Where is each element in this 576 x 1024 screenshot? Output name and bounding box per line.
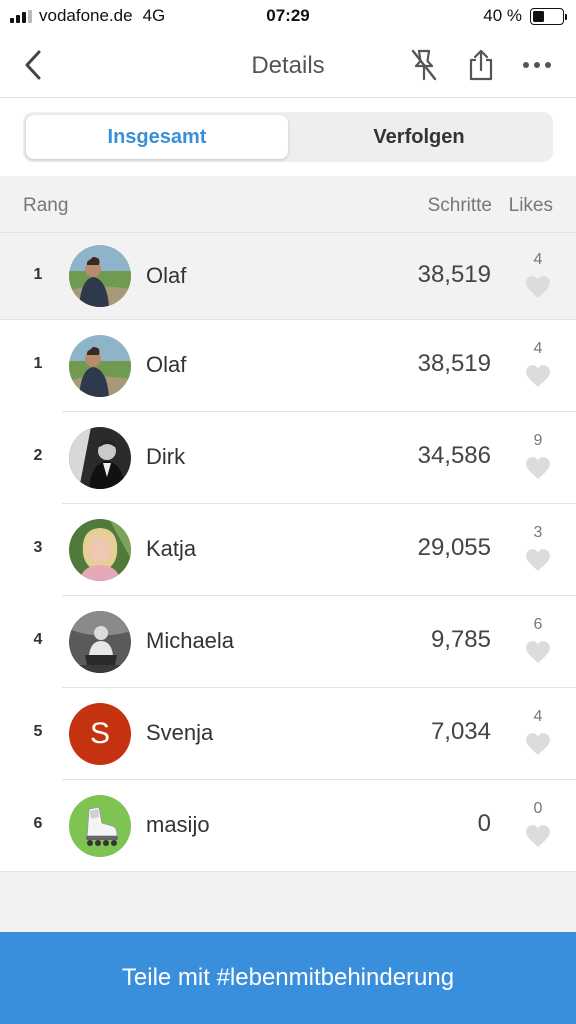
leaderboard-row[interactable]: 1 Olaf 38,519 4 (0, 320, 576, 412)
rank-number: 3 (33, 539, 43, 556)
leaderboard-row[interactable]: 5 S Svenja 7,034 4 (0, 688, 576, 780)
step-count: 38,519 (417, 350, 491, 377)
heart-icon[interactable] (525, 456, 551, 480)
heart-icon[interactable] (525, 548, 551, 572)
leaderboard-row[interactable]: 3 Katja 29,055 3 (0, 504, 576, 596)
rank-number: 6 (33, 815, 43, 832)
user-name: Dirk (146, 444, 186, 469)
heart-icon[interactable] (525, 275, 551, 299)
avatar: S (69, 703, 131, 765)
inline-skate-icon (69, 795, 131, 857)
step-count: 29,055 (417, 534, 491, 561)
heart-icon[interactable] (525, 824, 551, 848)
like-count: 3 (533, 524, 543, 541)
share-icon (469, 49, 493, 81)
step-count: 38,519 (417, 261, 491, 288)
heart-icon[interactable] (525, 364, 551, 388)
rank-number: 1 (33, 266, 43, 283)
avatar (69, 519, 131, 581)
like-count: 4 (533, 340, 543, 357)
segmented-control: Insgesamt Verfolgen (23, 112, 553, 162)
share-hashtag-label: Teile mit #lebenmitbehinderung (121, 964, 455, 991)
share-button[interactable] (464, 48, 498, 82)
rank-number: 5 (33, 723, 43, 740)
step-count: 34,586 (417, 442, 491, 469)
column-rank-label: Rang (23, 195, 69, 216)
like-count: 6 (533, 616, 543, 633)
battery-icon (530, 7, 567, 25)
like-count: 4 (533, 708, 543, 725)
more-icon (523, 62, 551, 68)
leaderboard-row[interactable]: 2 Dirk 34,586 9 (0, 412, 576, 504)
leaderboard-list: 1 Olaf 38,519 4 2 Dirk 34,586 9 3 Katja … (0, 320, 576, 872)
step-count: 0 (477, 810, 491, 837)
avatar (69, 795, 131, 857)
my-rank-row[interactable]: 1 Olaf 38,519 4 (0, 232, 576, 320)
user-name: Olaf (146, 352, 187, 377)
step-count: 7,034 (430, 718, 491, 745)
like-count: 4 (533, 251, 543, 268)
user-name: Michaela (146, 628, 235, 653)
rank-number: 4 (33, 631, 43, 648)
leaderboard-row[interactable]: 4 Michaela 9,785 6 (0, 596, 576, 688)
like-count: 0 (533, 800, 543, 817)
column-header: Rang Schritte Likes (0, 176, 576, 232)
step-count: 9,785 (430, 626, 491, 653)
status-bar: vodafone.de 4G 07:29 40 % (0, 0, 576, 34)
tab-insgesamt[interactable]: Insgesamt (26, 115, 288, 159)
pin-off-icon (411, 49, 437, 81)
user-name: Olaf (146, 263, 187, 288)
share-hashtag-button[interactable]: Teile mit #lebenmitbehinderung (0, 932, 576, 1024)
column-likes-label: Likes (508, 195, 553, 216)
avatar (69, 611, 131, 673)
column-steps-label: Schritte (427, 195, 492, 216)
battery-percent: 40 % (483, 6, 522, 25)
navigation-bar: Details (0, 34, 576, 98)
avatar (69, 335, 131, 397)
tab-verfolgen[interactable]: Verfolgen (288, 115, 550, 159)
user-name: Svenja (146, 720, 214, 745)
avatar (69, 245, 131, 307)
user-name: Katja (146, 536, 197, 561)
avatar-initial: S (89, 717, 110, 750)
segmented-control-container: Insgesamt Verfolgen (0, 98, 576, 176)
leaderboard-row[interactable]: 6 masijo 0 0 (0, 780, 576, 872)
heart-icon[interactable] (525, 640, 551, 664)
like-count: 9 (533, 432, 543, 449)
unpin-button[interactable] (407, 48, 441, 82)
rank-number: 1 (33, 355, 43, 372)
avatar (69, 427, 131, 489)
more-button[interactable] (520, 48, 554, 82)
rank-number: 2 (33, 447, 43, 464)
user-name: masijo (146, 812, 210, 837)
heart-icon[interactable] (525, 732, 551, 756)
